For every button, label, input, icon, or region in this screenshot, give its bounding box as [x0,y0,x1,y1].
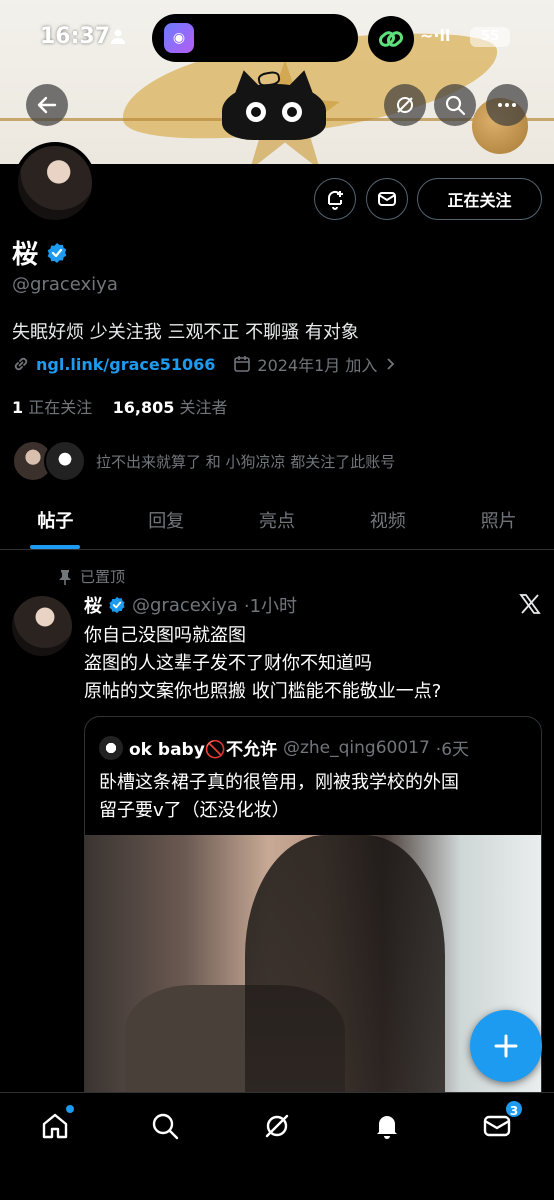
profile-link[interactable]: ngl.link/grace51066 [36,355,215,374]
nav-notifications[interactable] [370,1109,404,1143]
arrow-left-icon [37,96,57,114]
profile-handle: @gracexiya [12,274,118,295]
grok-icon [397,97,413,113]
tab-photos[interactable]: 照片 [443,500,554,549]
nav-search[interactable] [148,1109,182,1143]
nav-messages[interactable]: 3 [480,1099,524,1143]
quoted-post-text: 卧槽这条裙子真的很管用，刚被我学校的外国 留子要v了（还没化妆） [99,769,529,825]
verified-badge-icon[interactable] [46,242,68,264]
notification-dot [66,1105,74,1113]
following-stat[interactable]: 1 正在关注 [12,398,92,417]
nav-home[interactable] [38,1105,74,1143]
search-button[interactable] [434,84,476,126]
quoted-post-header: ok baby🚫不允许 @zhe_qing60017 ·6天 [99,735,469,760]
link-app-icon[interactable] [368,16,414,62]
home-icon [42,1113,68,1139]
mail-icon [378,192,396,206]
followed-by-text: 拉不出来就算了 和 小狗凉凉 都关注了此账号 [96,452,396,471]
post-header: 桜 @gracexiya ·1小时 [84,592,297,618]
quoted-author-name: ok baby🚫不允许 [129,740,277,760]
grok-button[interactable] [384,84,426,126]
post-author-name[interactable]: 桜 [84,592,102,618]
profile-stats: 1 正在关注 16,805 关注者 [12,394,227,418]
search-icon [445,95,466,116]
cat-eye [246,102,266,122]
display-name: 桜 [12,234,68,271]
post-avatar[interactable] [12,596,72,656]
link-icon [14,357,28,371]
chain-link-icon [378,31,404,47]
display-name-text: 桜 [12,240,39,270]
following-button[interactable]: 正在关注 [417,178,542,220]
post-text-line: 你自己没图吗就盗图 [84,625,246,646]
tab-videos[interactable]: 视频 [332,500,443,549]
avatar [99,735,123,760]
calendar-icon [234,356,251,372]
image-detail [245,835,445,1135]
avatar [44,440,86,482]
signal-icon: ~∙ll [420,26,451,45]
quoted-post-time: ·6天 [435,740,470,760]
messages-badge: 3 [504,1099,524,1119]
following-label: 正在关注 [28,398,93,417]
tab-highlights[interactable]: 亮点 [222,500,333,549]
profile-avatar[interactable] [14,142,96,224]
nav-grok[interactable] [260,1109,294,1143]
chevron-right-icon[interactable] [383,357,397,371]
followers-label: 关注者 [179,398,228,417]
quoted-text-line: 留子要v了（还没化妆） [99,800,290,821]
banner-cat [222,67,326,140]
quoted-text-line: 卧槽这条裙子真的很管用，刚被我学校的外国 [99,772,459,793]
verified-badge-icon [109,596,125,614]
bottom-nav: 3 [0,1092,554,1200]
post-text: 你自己没图吗就盗图 盗图的人这辈子发不了财你不知道吗 原帖的文案你也照搬 收门槛… [84,622,441,706]
grok-icon [265,1114,289,1138]
followers-count: 16,805 [112,398,175,417]
quoted-post-image[interactable] [85,835,541,1135]
joined-date[interactable]: 2024年1月 加入 [257,352,377,376]
dynamic-island[interactable]: ◉ [152,14,358,62]
quoted-post[interactable]: ok baby🚫不允许 @zhe_qing60017 ·6天 卧槽这条裙子真的很… [84,716,542,1136]
profile-tabs: 帖子 回复 亮点 视频 照片 [0,500,554,550]
more-button[interactable] [486,84,528,126]
compose-button[interactable] [470,1010,542,1082]
bell-icon [377,1116,397,1139]
status-bar: 16:37 ◉ ~∙ll 55 [0,0,554,76]
post-author-handle[interactable]: @gracexiya [132,595,238,616]
post-time: ·1小时 [243,596,298,617]
bell-plus-icon [327,190,343,210]
subscribe-notifications-button[interactable] [314,178,356,220]
pinned-label: 已置顶 [80,568,126,586]
more-dots-icon [498,103,516,107]
pin-icon [59,569,71,585]
quoted-author-handle: @zhe_qing60017 [282,737,430,758]
cat-eye [282,102,302,122]
pinned-indicator: 已置顶 [58,566,125,587]
search-icon [152,1113,179,1140]
post-text-line: 原帖的文案你也照搬 收门槛能不能敬业一点? [84,681,442,702]
status-time: 16:37 [40,24,111,49]
profile-meta: ngl.link/grace51066 2024年1月 加入 [12,352,397,376]
post-text-line: 盗图的人这辈子发不了财你不知道吗 [84,653,372,674]
message-button[interactable] [366,178,408,220]
followers-you-know[interactable]: 拉不出来就算了 和 小狗凉凉 都关注了此账号 [12,440,395,482]
following-count: 1 [12,398,24,417]
profile-bio: 失眠好烦 少关注我 三观不正 不聊骚 有对象 [12,322,359,343]
tab-posts[interactable]: 帖子 [0,500,111,549]
x-logo-icon[interactable] [518,592,542,616]
battery-icon: 55 [470,27,510,47]
plus-icon [494,1034,518,1058]
app-activity-icon: ◉ [164,23,194,53]
person-icon [111,29,125,44]
followers-stat[interactable]: 16,805 关注者 [113,398,228,417]
tab-replies[interactable]: 回复 [111,500,222,549]
back-button[interactable] [26,84,68,126]
